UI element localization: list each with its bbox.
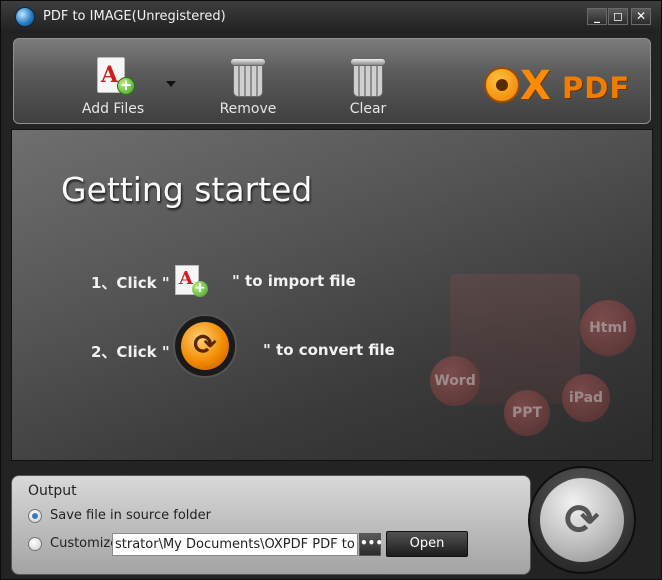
maximize-button[interactable]: ◻ [608,8,628,25]
window-title: PDF to IMAGE(Unregistered) [43,9,226,24]
convert-arrows-icon: ⟳ [540,478,624,562]
customize-radio[interactable] [28,537,42,551]
open-button[interactable]: Open [386,531,468,557]
title-bar: PDF to IMAGE(Unregistered) _ ◻ ✕ [1,1,661,33]
clear-button[interactable]: Clear [336,39,400,125]
logo-pdf: PDF [562,71,631,105]
remove-label: Remove [219,101,277,117]
add-plus-icon: + [117,77,135,95]
convert-button[interactable]: ⟳ [528,466,636,574]
save-in-source-label[interactable]: Save file in source folder [50,508,211,523]
step2-text: 2、Click " [91,343,170,361]
close-button[interactable]: ✕ [631,8,651,25]
logo-x: X [520,63,551,109]
step1-text: 1、Click " [91,274,170,292]
minimize-button[interactable]: _ [587,8,607,25]
add-files-label: Add Files [81,101,145,117]
step1-suffix: " to import file [232,272,356,290]
word-badge: Word [430,356,480,406]
browse-button[interactable]: ••• [359,533,383,556]
step2-convert-icon: ⟳ [173,314,237,378]
toolbar: A + Add Files Remove Clear X PDF [13,38,651,124]
trash-icon [231,59,265,97]
format-watermark: Html Word PPT iPad [430,250,650,450]
clear-label: Clear [349,101,387,117]
add-files-button[interactable]: A + Add Files [72,39,154,125]
app-globe-icon [15,7,35,27]
html-badge: Html [580,300,636,356]
trash-all-icon [351,59,385,97]
output-label: Output [28,483,77,499]
output-path-field[interactable]: strator\My Documents\OXPDF PDF to Image [112,533,358,556]
oxpdf-logo: X PDF [484,63,642,109]
ppt-badge: PPT [504,390,550,436]
save-in-source-radio[interactable] [28,509,42,523]
remove-button[interactable]: Remove [210,39,286,125]
add-files-dropdown-icon[interactable] [166,81,176,87]
page-title: Getting started [61,170,313,209]
step2-suffix: " to convert file [263,341,395,359]
bull-logo-icon [484,67,520,103]
ipad-badge: iPad [562,374,610,422]
getting-started-panel: Html Word PPT iPad Getting started 1、Cli… [11,129,653,461]
output-panel: Output Save file in source folder Custom… [11,475,531,575]
app-window: PDF to IMAGE(Unregistered) _ ◻ ✕ A + Add… [0,0,662,580]
customize-label[interactable]: Customize [50,536,118,551]
step1-add-icon: A + [175,263,211,299]
